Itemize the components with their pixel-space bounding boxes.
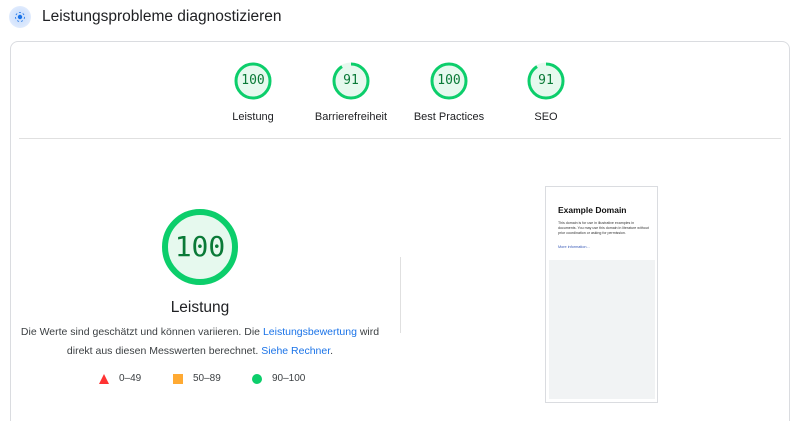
scoring-link[interactable]: Leistungsbewertung [263,326,357,338]
score-value: 100 [437,73,461,88]
gauge-label: Leistung [232,111,274,123]
calculator-link[interactable]: Siehe Rechner [261,345,330,357]
page-header: Leistungsprobleme diagnostizieren [0,0,800,38]
gauge-label: Best Practices [413,111,485,123]
category-summary: 100 Leistung 91 Barrierefreiheit 100 Bes… [11,42,791,138]
score-gauge: 91 [526,61,566,101]
gauge-performance[interactable]: 100 Leistung [198,61,308,123]
score-value: 100 [241,73,265,88]
description-text: Die Werte sind geschätzt und können vari… [20,326,263,338]
score-gauge: 91 [331,61,371,101]
page-screenshot-preview[interactable]: Example Domain This domain is for use in… [545,186,658,403]
square-icon [173,374,183,384]
gauge-label: Barrierefreiheit [314,111,388,123]
score-gauge: 100 [429,61,469,101]
gauge-seo[interactable]: 91 SEO [491,61,601,123]
score-value: 91 [538,73,554,88]
preview-link: More information... [558,245,590,249]
performance-description: Die Werte sind geschätzt und können vari… [20,323,380,361]
preview-title: Example Domain [558,205,627,215]
legend-range: 90–100 [272,373,306,384]
section-divider [19,138,781,139]
description-text: . [330,345,334,357]
performance-score: 100 [174,230,226,263]
legend-range: 50–89 [193,373,221,384]
score-gauge: 100 [233,61,273,101]
gauge-label: SEO [534,111,558,123]
score-legend: 0–49 50–89 90–100 [11,373,391,389]
legend-range: 0–49 [119,373,142,384]
triangle-icon [99,374,109,384]
vertical-divider [400,257,401,333]
preview-page: Example Domain This domain is for use in… [549,190,655,260]
preview-viewport: Example Domain This domain is for use in… [549,190,655,399]
performance-gauge: 100 [160,207,240,287]
page-title: Leistungsprobleme diagnostizieren [42,8,282,25]
performance-title: Leistung [170,299,230,316]
report-card: 100 Leistung 91 Barrierefreiheit 100 Bes… [10,41,790,421]
gauge-accessibility[interactable]: 91 Barrierefreiheit [296,61,406,123]
preview-body: This domain is for use in illustrative e… [558,221,649,235]
circle-icon [252,374,262,384]
lighthouse-icon [9,6,31,28]
gauge-best-practices[interactable]: 100 Best Practices [394,61,504,123]
score-value: 91 [343,73,359,88]
